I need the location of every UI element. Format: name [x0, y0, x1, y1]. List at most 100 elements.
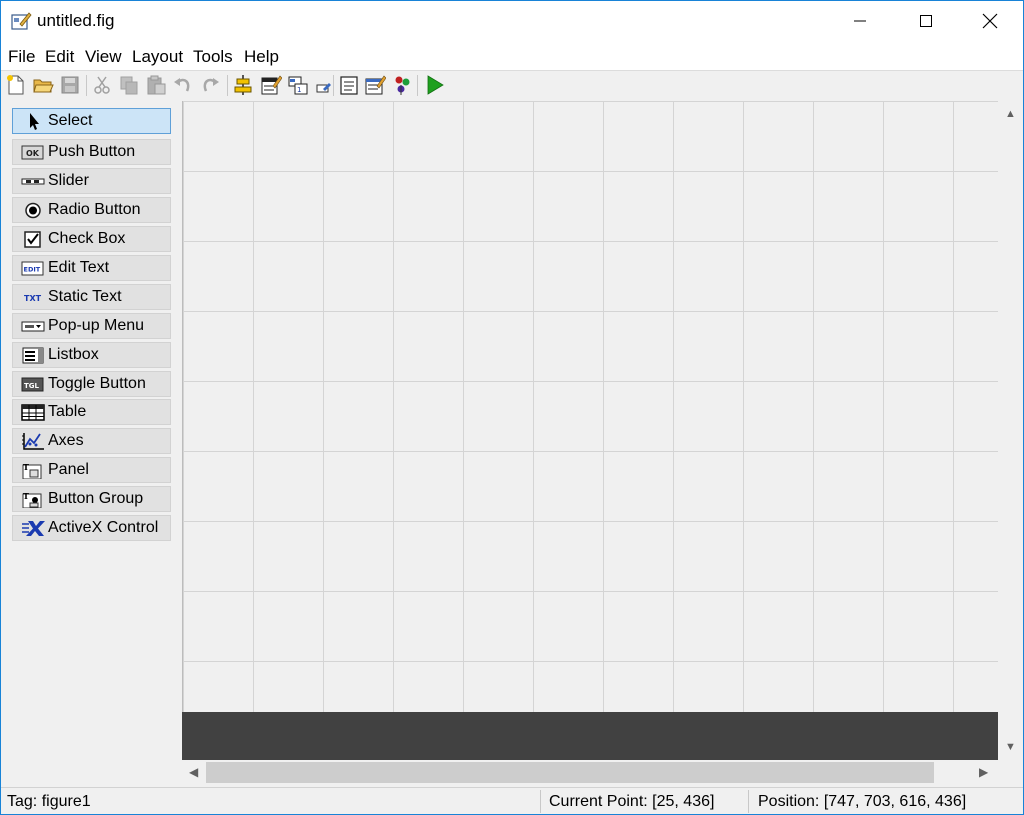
palette-toggle-button[interactable]: TGL Toggle Button [12, 371, 171, 397]
paste-icon[interactable] [145, 74, 167, 96]
palette-static-text[interactable]: TXT Static Text [12, 284, 171, 310]
redo-icon[interactable] [199, 74, 221, 96]
layout-canvas[interactable] [182, 101, 998, 712]
palette-button-group[interactable]: T Button Group [12, 486, 171, 512]
palette-label: Edit Text [48, 259, 110, 276]
guide-window: untitled.fig File Edit View Layout Tools… [0, 0, 1024, 815]
maximize-button[interactable] [893, 1, 959, 41]
cut-icon[interactable] [91, 74, 113, 96]
minimize-icon [854, 20, 866, 22]
status-current-point: Current Point: [25, 436] [549, 793, 715, 810]
palette-label: Pop-up Menu [48, 317, 145, 334]
palette-label: Static Text [48, 288, 122, 305]
palette-axes[interactable]: Axes [12, 428, 171, 454]
button-group-icon: T [22, 491, 42, 508]
save-icon[interactable] [59, 74, 81, 96]
open-folder-icon[interactable] [32, 74, 54, 96]
window-title: untitled.fig [37, 11, 115, 30]
menu-help[interactable]: Help [244, 47, 279, 67]
palette-check-box[interactable]: Check Box [12, 226, 171, 252]
check-box-icon [24, 231, 41, 248]
run-icon[interactable] [424, 74, 446, 96]
close-button[interactable] [957, 1, 1023, 41]
palette-push-button[interactable]: OK Push Button [12, 139, 171, 165]
palette-label: Push Button [48, 143, 136, 160]
copy-icon[interactable] [118, 74, 140, 96]
component-palette: Select OK Push Button Slider Radio Butto… [1, 101, 182, 788]
toolbar-editor-icon[interactable] [313, 74, 335, 96]
palette-label: Toggle Button [48, 375, 146, 392]
toggle-button-icon: TGL [21, 377, 44, 392]
table-icon [21, 404, 45, 421]
figure-file-icon [11, 12, 32, 30]
palette-table[interactable]: Table [12, 399, 171, 425]
status-position: Position: [747, 703, 616, 436] [758, 793, 967, 810]
palette-label: Listbox [48, 346, 99, 363]
toolbar-separator [417, 75, 418, 96]
editor-icon[interactable] [338, 74, 360, 96]
menu-bar: File Edit View Layout Tools Help [1, 41, 1023, 70]
horizontal-scroll-thumb[interactable] [206, 762, 934, 783]
scroll-left-icon[interactable]: ◀ [189, 765, 198, 779]
status-tag: Tag: figure1 [7, 793, 91, 810]
menu-tools[interactable]: Tools [193, 47, 233, 67]
push-button-icon: OK [21, 145, 44, 160]
scroll-down-icon[interactable]: ▼ [1005, 741, 1016, 753]
align-objects-icon[interactable] [232, 74, 254, 96]
palette-label: ActiveX Control [48, 519, 159, 536]
palette-popup-menu[interactable]: Pop-up Menu [12, 313, 171, 339]
vertical-scrollbar[interactable]: ▲ ▼ [998, 101, 1023, 760]
scroll-right-icon[interactable]: ▶ [979, 765, 988, 779]
menu-edit[interactable]: Edit [45, 47, 74, 67]
property-inspector-icon[interactable] [364, 74, 386, 96]
scrollbar-corner [998, 760, 1023, 786]
axes-icon [22, 433, 44, 450]
palette-label: Panel [48, 461, 89, 478]
toolbar: 1 [1, 70, 1023, 102]
toolbar-separator [86, 75, 87, 96]
undo-icon[interactable] [172, 74, 194, 96]
panel-icon: T [22, 462, 42, 479]
menu-editor-icon[interactable] [260, 74, 282, 96]
tab-order-editor-icon[interactable]: 1 [287, 74, 309, 96]
popup-menu-icon [21, 321, 45, 332]
slider-icon [21, 178, 45, 185]
title-bar: untitled.fig [1, 1, 1023, 41]
status-bar: Tag: figure1 Current Point: [25, 436] Po… [1, 787, 1023, 814]
svg-text:T: T [23, 462, 29, 472]
radio-button-icon [25, 202, 41, 219]
menu-view[interactable]: View [85, 47, 122, 67]
new-file-icon[interactable] [5, 74, 27, 96]
close-icon [982, 13, 998, 29]
object-browser-icon[interactable] [391, 74, 413, 96]
palette-label: Check Box [48, 230, 126, 247]
static-text-icon: TXT [24, 294, 42, 303]
palette-slider[interactable]: Slider [12, 168, 171, 194]
palette-radio-button[interactable]: Radio Button [12, 197, 171, 223]
scroll-up-icon[interactable]: ▲ [1005, 108, 1016, 120]
toolbar-separator [227, 75, 228, 96]
palette-activex-control[interactable]: ActiveX Control [12, 515, 171, 541]
horizontal-scrollbar[interactable]: ◀ ▶ [182, 760, 998, 786]
palette-label: Select [48, 112, 93, 129]
edit-text-icon: EDIT [21, 261, 44, 276]
palette-label: Axes [48, 432, 84, 449]
palette-edit-text[interactable]: EDIT Edit Text [12, 255, 171, 281]
canvas-bottom-margin [182, 712, 998, 760]
activex-icon [22, 521, 45, 536]
menu-file[interactable]: File [8, 47, 35, 67]
minimize-button[interactable] [827, 1, 893, 41]
palette-label: Button Group [48, 490, 144, 507]
palette-label: Radio Button [48, 201, 141, 218]
palette-panel[interactable]: T Panel [12, 457, 171, 483]
status-separator [748, 790, 749, 813]
palette-label: Slider [48, 172, 89, 189]
toolbar-separator [333, 75, 334, 96]
svg-text:T: T [23, 491, 29, 501]
menu-layout[interactable]: Layout [132, 47, 183, 67]
svg-text:1: 1 [297, 86, 301, 94]
palette-listbox[interactable]: Listbox [12, 342, 171, 368]
static-text-icon-text: TXT [24, 294, 42, 303]
palette-select[interactable]: Select [12, 108, 171, 134]
listbox-icon [22, 347, 44, 364]
